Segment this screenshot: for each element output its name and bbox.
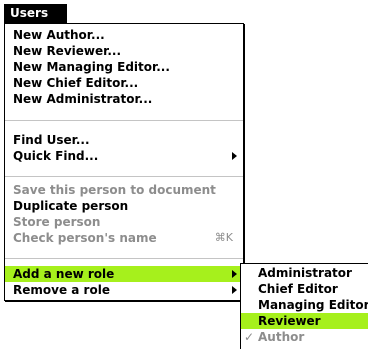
submenu-item-managing-editor[interactable]: Managing Editor (241, 297, 368, 313)
menu-divider (5, 120, 243, 121)
menu-item-new-reviewer[interactable]: New Reviewer... (5, 43, 243, 59)
menu-item-remove-a-role[interactable]: Remove a role (5, 282, 243, 298)
menu-item-label: Remove a role (13, 283, 110, 297)
submenu-item-author: ✓ Author (241, 329, 368, 345)
triangle-right-icon (232, 286, 237, 294)
menu-item-new-chief-editor[interactable]: New Chief Editor... (5, 75, 243, 91)
menu-item-duplicate-person[interactable]: Duplicate person (5, 198, 243, 214)
menu-item-check-persons-name: Check person's name ⌘K (5, 230, 243, 246)
menu-item-new-author[interactable]: New Author... (5, 27, 243, 43)
menu-item-new-administrator[interactable]: New Administrator... (5, 91, 243, 107)
checkmark-icon: ✓ (244, 330, 255, 344)
submenu-item-chief-editor[interactable]: Chief Editor (241, 281, 368, 297)
submenu-item-reviewer[interactable]: Reviewer (241, 313, 368, 329)
menu-item-label: Check person's name (13, 231, 157, 245)
menu-item-store-person: Store person (13, 215, 101, 229)
add-role-submenu: Administrator Chief Editor Managing Edit… (240, 263, 368, 349)
submenu-item-label: Author (258, 330, 305, 344)
menu-item-new-managing-editor[interactable]: New Managing Editor... (5, 59, 243, 75)
menu-item-label: Quick Find... (13, 149, 99, 163)
menu-item-find-user[interactable]: Find User... (5, 132, 243, 148)
menu-title-users[interactable]: Users (4, 4, 67, 23)
triangle-right-icon (232, 270, 237, 278)
menu-divider (5, 176, 243, 177)
submenu-item-administrator[interactable]: Administrator (241, 265, 368, 281)
keyboard-shortcut: ⌘K (214, 231, 233, 244)
menu-item-label: Add a new role (13, 267, 115, 281)
menu-item-add-a-new-role[interactable]: Add a new role (5, 266, 243, 282)
menu-item-quick-find[interactable]: Quick Find... (5, 148, 243, 164)
menu-divider (5, 258, 243, 259)
triangle-right-icon (232, 152, 237, 160)
menu-item-save-person-to-document: Save this person to document (13, 183, 216, 197)
users-menu: New Author... New Reviewer... New Managi… (4, 23, 244, 301)
